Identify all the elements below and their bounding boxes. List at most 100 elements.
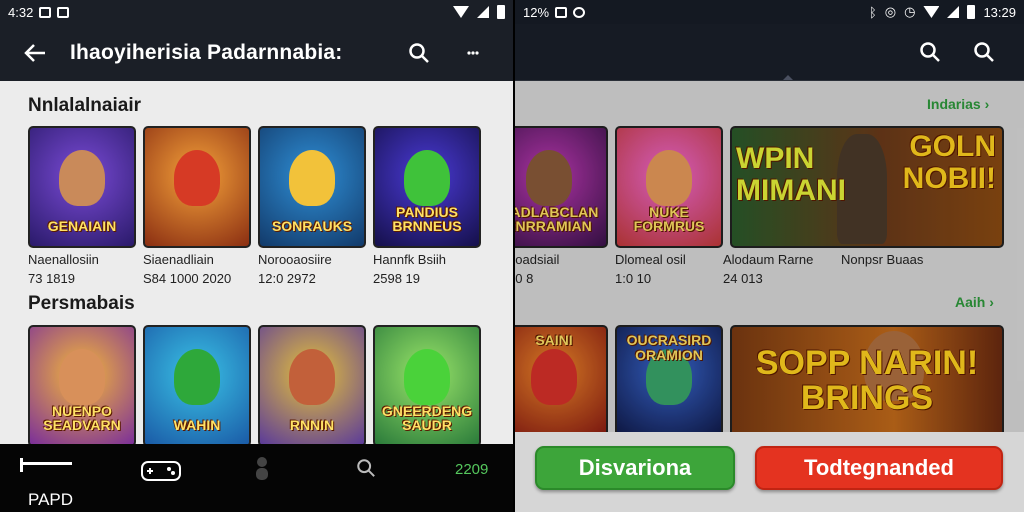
- status-time: 4:32: [8, 4, 34, 20]
- character-art: [59, 150, 105, 206]
- tile-meta: Nonpsr Buaas: [841, 251, 961, 270]
- character-art: [526, 150, 572, 206]
- tile-name: Nonpsr Buaas: [841, 252, 924, 267]
- game-tile[interactable]: GENAIAIN: [28, 126, 136, 248]
- tile-art-text: NUKE FORMRUS: [633, 203, 705, 235]
- app-bar: Ihaoyiherisia Padarnnabia:: [0, 24, 513, 81]
- tab-indicator: [783, 75, 793, 80]
- nav-label: PAPD: [28, 490, 74, 509]
- game-tile[interactable]: GNEERDENG SAUDR: [373, 325, 481, 447]
- tile-art-text: WAHIN: [173, 417, 221, 434]
- popular-row: SAINI OUCRASIRD ORAMION SOPP NARIN! BRIN…: [515, 325, 1004, 437]
- tile-sub: 73 1819: [28, 270, 75, 286]
- game-tile[interactable]: OADLABCLAN ENRRAMIAN: [515, 126, 608, 248]
- game-tile[interactable]: NUENPO SEADVARN: [28, 325, 136, 447]
- featured-row: OADLABCLAN ENRRAMIAN NUKE FORMRUS WPIN M…: [515, 126, 1004, 248]
- battery-icon: [967, 5, 976, 19]
- search-button[interactable]: [407, 41, 431, 65]
- game-tile[interactable]: RNNIN: [258, 325, 366, 447]
- character-art: [531, 349, 577, 405]
- nav-menu[interactable]: [20, 458, 74, 477]
- search-button[interactable]: [918, 40, 942, 64]
- search-icon: [409, 42, 429, 63]
- popular-row: NUENPO SEADVARN WAHIN RNNIN GNEERDENG SA…: [28, 325, 481, 447]
- app-bar: [515, 24, 1024, 81]
- wifi-icon: [923, 6, 940, 18]
- search-button-secondary[interactable]: [972, 40, 996, 64]
- tile-art-text: GENAIAIN: [47, 218, 117, 235]
- nav-games[interactable]: [140, 456, 182, 487]
- tile-name: Dlomeal osil: [615, 252, 686, 267]
- tile-art-text: SOPP NARIN! BRINGS: [755, 343, 979, 418]
- alarm-icon: ◎: [884, 4, 897, 19]
- tile-name: Alodaum Rarne: [723, 252, 814, 267]
- back-arrow-icon: [24, 43, 45, 62]
- primary-button[interactable]: Disvariona: [535, 446, 735, 490]
- wifi-icon: [453, 6, 469, 18]
- secondary-button[interactable]: Todtegnanded: [755, 446, 1003, 490]
- left-screen: 4:32 Ihaoyiherisia Padarnnabia: Nnlalaln…: [0, 0, 513, 512]
- tile-art-text: OADLABCLAN ENRRAMIAN: [515, 203, 599, 235]
- game-tile[interactable]: SONRAUKS: [258, 126, 366, 248]
- page-title: Ihaoyiherisia Padarnnabia:: [70, 40, 343, 64]
- game-tile[interactable]: [143, 126, 251, 248]
- game-tile[interactable]: SAINI: [515, 325, 608, 437]
- sync-icon: ◷: [904, 4, 916, 19]
- status-bar: 4:32: [0, 0, 513, 24]
- nav-badge: 2209: [455, 461, 489, 478]
- signal-icon: [477, 6, 489, 18]
- see-all-link[interactable]: Indarias ›: [927, 96, 989, 112]
- tile-art-text: PANDIUS BRNNEUS: [392, 203, 462, 235]
- status-battery-text: 12%: [523, 4, 550, 20]
- screenshot-icon: [39, 6, 52, 18]
- tile-art-text: OUCRASIRD ORAMION: [626, 332, 712, 363]
- nav-profile[interactable]: [254, 456, 270, 485]
- featured-row: GENAIAIN SONRAUKS PANDIUS BRNNEUS: [28, 126, 481, 248]
- tile-name: Naenallosiin: [28, 252, 99, 267]
- battery-icon: [497, 5, 505, 19]
- see-all-link[interactable]: Aaih ›: [955, 294, 994, 310]
- tile-meta: Flanoadsiail 53 20 8: [515, 251, 610, 289]
- character-art: [59, 349, 105, 405]
- tile-meta: Siaenadliain S84 1000 2020: [143, 251, 263, 289]
- more-button[interactable]: [461, 41, 485, 65]
- tile-sub: 12:0 2972: [258, 270, 316, 286]
- bluetooth-icon: ᛒ: [868, 4, 877, 20]
- character-art: [404, 349, 450, 405]
- character-art: [289, 150, 335, 206]
- tile-meta: Norooaosiire 12:0 2972: [258, 251, 378, 289]
- status-bar: 12% ᛒ ◎ ◷ 13:29: [515, 0, 1024, 24]
- tile-meta: Naenallosiin 73 1819: [28, 251, 148, 289]
- status-time: 13:29: [983, 4, 1016, 20]
- notification-icon: [57, 6, 70, 18]
- nav-search[interactable]: [356, 458, 376, 483]
- gamepad-icon: [141, 461, 181, 481]
- tile-sub: 1:0 10: [615, 270, 652, 286]
- tile-art-text: GNEERDENG SAUDR: [381, 402, 473, 434]
- game-tile[interactable]: PANDIUS BRNNEUS: [373, 126, 481, 248]
- tile-meta: Hannfk Bsiih 2598 19: [373, 251, 493, 289]
- search-icon: [920, 42, 940, 62]
- tile-art-text: RNNIN: [289, 417, 335, 434]
- game-tile[interactable]: WPIN MIMANI GOLN NOBII!: [730, 126, 1004, 248]
- tile-name: Norooaosiire: [258, 252, 332, 267]
- see-all-label: Indarias: [927, 96, 981, 112]
- game-tile[interactable]: SOPP NARIN! BRINGS: [730, 325, 1004, 437]
- game-tile[interactable]: NUKE FORMRUS: [615, 126, 723, 248]
- see-all-label: Aaih: [955, 294, 986, 310]
- tile-art-text: NUENPO SEADVARN: [43, 402, 121, 434]
- search-icon: [357, 459, 375, 477]
- tile-name: Hannfk Bsiih: [373, 252, 446, 267]
- tile-sub: 2598 19: [373, 270, 420, 286]
- game-tile[interactable]: WAHIN: [143, 325, 251, 447]
- search-icon: [974, 42, 994, 62]
- action-bar: Disvariona Todtegnanded: [515, 432, 1024, 512]
- chevron-right-icon: ›: [989, 294, 994, 310]
- game-tile[interactable]: OUCRASIRD ORAMION: [615, 325, 723, 437]
- bottom-nav: 2209 PAPD: [0, 444, 513, 512]
- tile-art-text: WPIN MIMANI: [736, 142, 846, 207]
- notification-icon: [573, 6, 586, 18]
- character-art: [174, 150, 220, 206]
- back-button[interactable]: [0, 43, 70, 63]
- tile-art-text: SAINI: [535, 332, 573, 348]
